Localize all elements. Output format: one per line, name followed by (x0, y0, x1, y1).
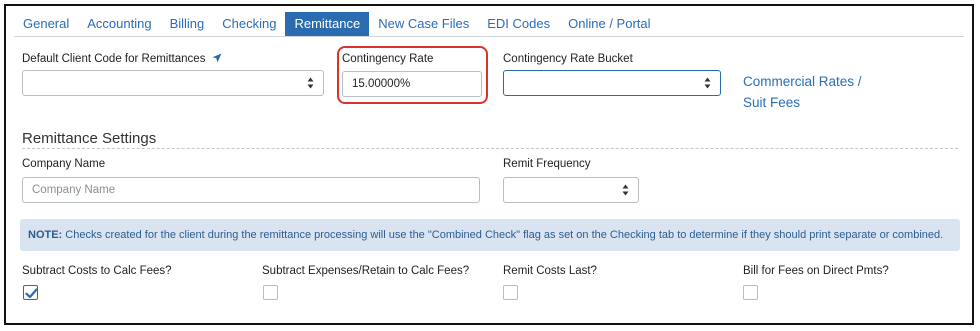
bill-fees-direct-checkbox[interactable] (743, 285, 758, 300)
note-prefix: NOTE: (28, 229, 63, 241)
company-name-label: Company Name (22, 158, 106, 170)
contingency-bucket-select[interactable] (503, 70, 721, 96)
tab-edi-codes[interactable]: EDI Codes (478, 12, 559, 36)
tab-billing[interactable]: Billing (161, 12, 214, 36)
default-client-code-label-text: Default Client Code for Remittances (22, 53, 206, 65)
default-client-code-label: Default Client Code for Remittances (22, 53, 222, 66)
company-name-placeholder: Company Name (32, 184, 116, 196)
tab-accounting[interactable]: Accounting (78, 12, 160, 36)
contingency-rate-input[interactable]: 15.00000% (342, 71, 482, 97)
tab-bar: General Accounting Billing Checking Remi… (14, 12, 660, 36)
section-divider (22, 148, 958, 149)
remit-costs-last-checkbox[interactable] (503, 285, 518, 300)
default-client-code-select[interactable] (22, 70, 324, 96)
subtract-expenses-label: Subtract Expenses/Retain to Calc Fees? (262, 265, 470, 277)
remit-costs-last-label: Remit Costs Last? (503, 265, 597, 277)
tab-new-case-files[interactable]: New Case Files (369, 12, 478, 36)
remittance-settings-title: Remittance Settings (22, 130, 157, 147)
remittance-panel: General Accounting Billing Checking Remi… (4, 4, 974, 325)
subtract-costs-checkbox[interactable] (23, 285, 38, 300)
tab-divider (14, 36, 964, 37)
tab-online-portal[interactable]: Online / Portal (559, 12, 659, 36)
sort-caret-icon (704, 77, 711, 89)
contingency-rate-value: 15.00000% (352, 78, 411, 90)
remit-frequency-label: Remit Frequency (503, 158, 591, 170)
remit-frequency-select[interactable] (503, 177, 639, 203)
tab-remittance[interactable]: Remittance (285, 12, 370, 36)
commercial-rates-link-line2: Suit Fees (743, 95, 801, 110)
note-text: Checks created for the client during the… (62, 229, 944, 241)
sort-caret-icon (307, 77, 314, 89)
arrow-pin-icon[interactable] (212, 53, 222, 66)
commercial-rates-link[interactable]: Commercial Rates / Suit Fees (743, 71, 862, 113)
bill-fees-direct-label: Bill for Fees on Direct Pmts? (743, 265, 889, 277)
subtract-costs-label: Subtract Costs to Calc Fees? (22, 265, 172, 277)
checkmark-icon (25, 288, 38, 299)
company-name-input[interactable]: Company Name (22, 177, 480, 203)
subtract-expenses-checkbox[interactable] (263, 285, 278, 300)
remittance-note: NOTE: Checks created for the client duri… (20, 219, 960, 251)
tab-general[interactable]: General (14, 12, 78, 36)
commercial-rates-link-line1: Commercial Rates / (743, 74, 862, 89)
sort-caret-icon (622, 184, 629, 196)
contingency-rate-label: Contingency Rate (342, 53, 434, 65)
contingency-bucket-label: Contingency Rate Bucket (503, 53, 633, 65)
tab-checking[interactable]: Checking (213, 12, 285, 36)
